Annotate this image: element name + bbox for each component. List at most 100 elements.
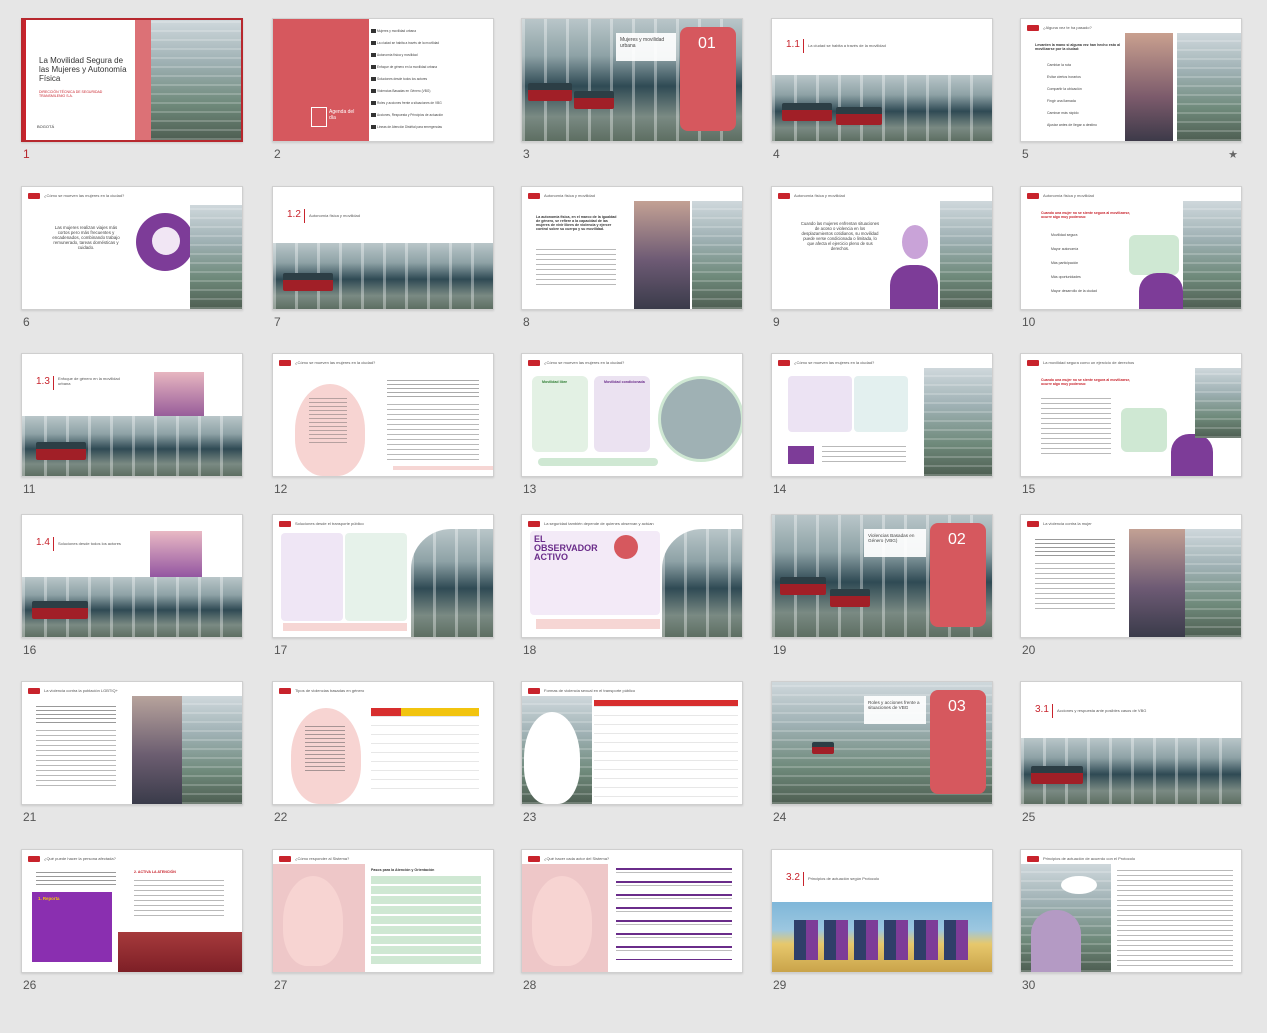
logo-mark (1027, 521, 1039, 527)
logo-mark (528, 521, 540, 527)
slide-12-thumbnail[interactable]: ¿Cómo se mueven las mujeres en la ciudad… (272, 353, 494, 477)
slide-5-thumbnail[interactable]: ¿Alguna vez te ha pasado? Levanten la ma… (1020, 18, 1242, 142)
slide-22[interactable]: Tipos de violencias basadas en género 22 (272, 681, 494, 824)
slide-1-subtitle: DIRECCIÓN TÉCNICA DE SEGURIDAD TRANSMILE… (39, 90, 103, 98)
slide-18-thumbnail[interactable]: La seguridad también depende de quienes … (521, 514, 743, 638)
slide-28[interactable]: ¿Qué hacer cada actor del Sistema? 28 (521, 849, 743, 992)
slide-18[interactable]: La seguridad también depende de quienes … (521, 514, 743, 657)
slide-28-thumbnail[interactable]: ¿Qué hacer cada actor del Sistema? (521, 849, 743, 973)
divider (1052, 704, 1053, 718)
slide-15-thumbnail[interactable]: La movilidad segura como un ejercicio de… (1020, 353, 1242, 477)
slide-title: ¿Cómo se mueven las mujeres en la ciudad… (44, 193, 125, 198)
slide-11-thumbnail[interactable]: 1.3 Enfoque de género en la movilidad ur… (21, 353, 243, 477)
slide-10-thumbnail[interactable]: Autonomía física y movilidad Cuando una … (1020, 186, 1242, 310)
head-silhouette (283, 876, 343, 966)
slide-1-title: La Movilidad Segura de las Mujeres y Aut… (39, 56, 127, 83)
logo-mark (1027, 193, 1039, 199)
slide-lead: La autonomía física, en el marco de la i… (536, 215, 617, 231)
section-title: Roles y acciones frente a situaciones de… (868, 700, 920, 710)
slide-20[interactable]: La violencia contra la mujer 20 (1020, 514, 1242, 657)
slide-10[interactable]: Autonomía física y movilidad Cuando una … (1020, 186, 1242, 329)
slide-19-thumbnail[interactable]: Violencias Basadas en Género (VBG) 02 (771, 514, 993, 638)
slide-24-thumbnail[interactable]: Roles y acciones frente a situaciones de… (771, 681, 993, 805)
slide-16-thumbnail[interactable]: 1.4 Soluciones desde todos los actores (21, 514, 243, 638)
slide-text: Las mujeres realizan viajes más cortos p… (52, 225, 120, 250)
slide-23-thumbnail[interactable]: Formas de violencia sexual en el transpo… (521, 681, 743, 805)
slide-19[interactable]: Violencias Basadas en Género (VBG) 02 19 (771, 514, 993, 657)
slide-20-thumbnail[interactable]: La violencia contra la mujer (1020, 514, 1242, 638)
bus (36, 442, 86, 460)
slide-29-thumbnail[interactable]: 3.2 Principios de actuación según Protoc… (771, 849, 993, 973)
slide-2[interactable]: Agenda del día Mujeres y movilidad urban… (272, 18, 494, 161)
slide-14[interactable]: ¿Cómo se mueven las mujeres en la ciudad… (771, 353, 993, 496)
slide-22-thumbnail[interactable]: Tipos de violencias basadas en género (272, 681, 494, 805)
agenda-title: Agenda del día (329, 109, 355, 121)
slide-7[interactable]: 1.2 Autonomía física y movilidad 7 (272, 186, 494, 329)
slide-25-thumbnail[interactable]: 3.1 Acciones y respuesta ante posibles c… (1020, 681, 1242, 805)
slide-21-thumbnail[interactable]: La violencia contra la población LGBTIQ+ (21, 681, 243, 805)
slide-title: ¿Cómo se mueven las mujeres en la ciudad… (295, 360, 376, 365)
slide-title: ¿Cómo responder al Sistema? (295, 856, 350, 861)
road-photo (692, 201, 742, 309)
slide-30-thumbnail[interactable]: Principios de actuación de acuerdo con e… (1020, 849, 1242, 973)
slide-6[interactable]: ¿Cómo se mueven las mujeres en la ciudad… (21, 186, 243, 329)
slide-21[interactable]: La violencia contra la población LGBTIQ+… (21, 681, 243, 824)
list-item: Evitar ciertos horarios (1047, 75, 1081, 79)
slide-title: La movilidad segura como un ejercicio de… (1043, 360, 1135, 365)
slide-24[interactable]: Roles y acciones frente a situaciones de… (771, 681, 993, 824)
slide-6-thumbnail[interactable]: ¿Cómo se mueven las mujeres en la ciudad… (21, 186, 243, 310)
slide-13[interactable]: ¿Cómo se mueven las mujeres en la ciudad… (521, 353, 743, 496)
slide-12[interactable]: ¿Cómo se mueven las mujeres en la ciudad… (272, 353, 494, 496)
section-title: Acciones y respuesta ante posibles casos… (1057, 708, 1147, 713)
slide-27[interactable]: ¿Cómo responder al Sistema? Pasos para l… (272, 849, 494, 992)
divider (53, 376, 54, 390)
slide-7-thumbnail[interactable]: 1.2 Autonomía física y movilidad (272, 186, 494, 310)
slide-17[interactable]: Soluciones desde el transporte público 1… (272, 514, 494, 657)
slide-5[interactable]: ¿Alguna vez te ha pasado? Levanten la ma… (1020, 18, 1242, 161)
slide-title: ¿Qué hacer cada actor del Sistema? (544, 856, 610, 861)
slide-3-thumbnail[interactable]: Mujeres y movilidad urbana 01 (521, 18, 743, 142)
slide-15[interactable]: La movilidad segura como un ejercicio de… (1020, 353, 1242, 496)
slide-8-thumbnail[interactable]: Autonomía física y movilidad La autonomí… (521, 186, 743, 310)
slide-26-thumbnail[interactable]: ¿Qué puede hacer la persona afectada? 1.… (21, 849, 243, 973)
slide-9-thumbnail[interactable]: Autonomía física y movilidad Cuando las … (771, 186, 993, 310)
body-lines (1035, 563, 1115, 613)
card-b-title: Movilidad condicionada (604, 380, 645, 384)
slide-3[interactable]: Mujeres y movilidad urbana 01 3 (521, 18, 743, 161)
table-rows (594, 706, 738, 798)
logo-mark (1027, 25, 1039, 31)
slide-4-thumbnail[interactable]: 1.1 La ciudad se habita a través de la m… (771, 18, 993, 142)
slide-1[interactable]: La Movilidad Segura de las Mujeres y Aut… (21, 18, 243, 161)
road-photo (1195, 368, 1241, 438)
slide-27-thumbnail[interactable]: ¿Cómo responder al Sistema? Pasos para l… (272, 849, 494, 973)
slide-9[interactable]: Autonomía física y movilidad Cuando las … (771, 186, 993, 329)
info-card (345, 533, 407, 621)
slide-30[interactable]: Principios de actuación de acuerdo con e… (1020, 849, 1242, 992)
slide-2-thumbnail[interactable]: Agenda del día Mujeres y movilidad urban… (272, 18, 494, 142)
woman-illustration (890, 265, 938, 309)
slide-23[interactable]: Formas de violencia sexual en el transpo… (521, 681, 743, 824)
slide-17-thumbnail[interactable]: Soluciones desde el transporte público (272, 514, 494, 638)
face (152, 227, 180, 255)
list-item: Mayor autonomía (1051, 247, 1079, 251)
slide-13-thumbnail[interactable]: ¿Cómo se mueven las mujeres en la ciudad… (521, 353, 743, 477)
slide-14-thumbnail[interactable]: ¿Cómo se mueven las mujeres en la ciudad… (771, 353, 993, 477)
slide-25[interactable]: 3.1 Acciones y respuesta ante posibles c… (1020, 681, 1242, 824)
slide-1-thumbnail[interactable]: La Movilidad Segura de las Mujeres y Aut… (21, 18, 243, 142)
logo-mark (1027, 856, 1039, 862)
list-item: Más oportunidades (1051, 275, 1081, 279)
slide-11[interactable]: 1.3 Enfoque de género en la movilidad ur… (21, 353, 243, 496)
section-title: Violencias Basadas en Género (VBG) (868, 533, 915, 543)
slide-number: 28 (523, 978, 537, 992)
slide-number: 26 (23, 978, 37, 992)
slide-8[interactable]: Autonomía física y movilidad La autonomí… (521, 186, 743, 329)
info-card (788, 376, 852, 432)
head-silhouette (532, 876, 592, 966)
slide-29[interactable]: 3.2 Principios de actuación según Protoc… (771, 849, 993, 992)
slide-26[interactable]: ¿Qué puede hacer la persona afectada? 1.… (21, 849, 243, 992)
slide-number: 19 (773, 643, 787, 657)
slide-4[interactable]: 1.1 La ciudad se habita a través de la m… (771, 18, 993, 161)
woman-photo (1125, 33, 1173, 141)
slide-16[interactable]: 1.4 Soluciones desde todos los actores 1… (21, 514, 243, 657)
silhouette-text (309, 398, 347, 444)
